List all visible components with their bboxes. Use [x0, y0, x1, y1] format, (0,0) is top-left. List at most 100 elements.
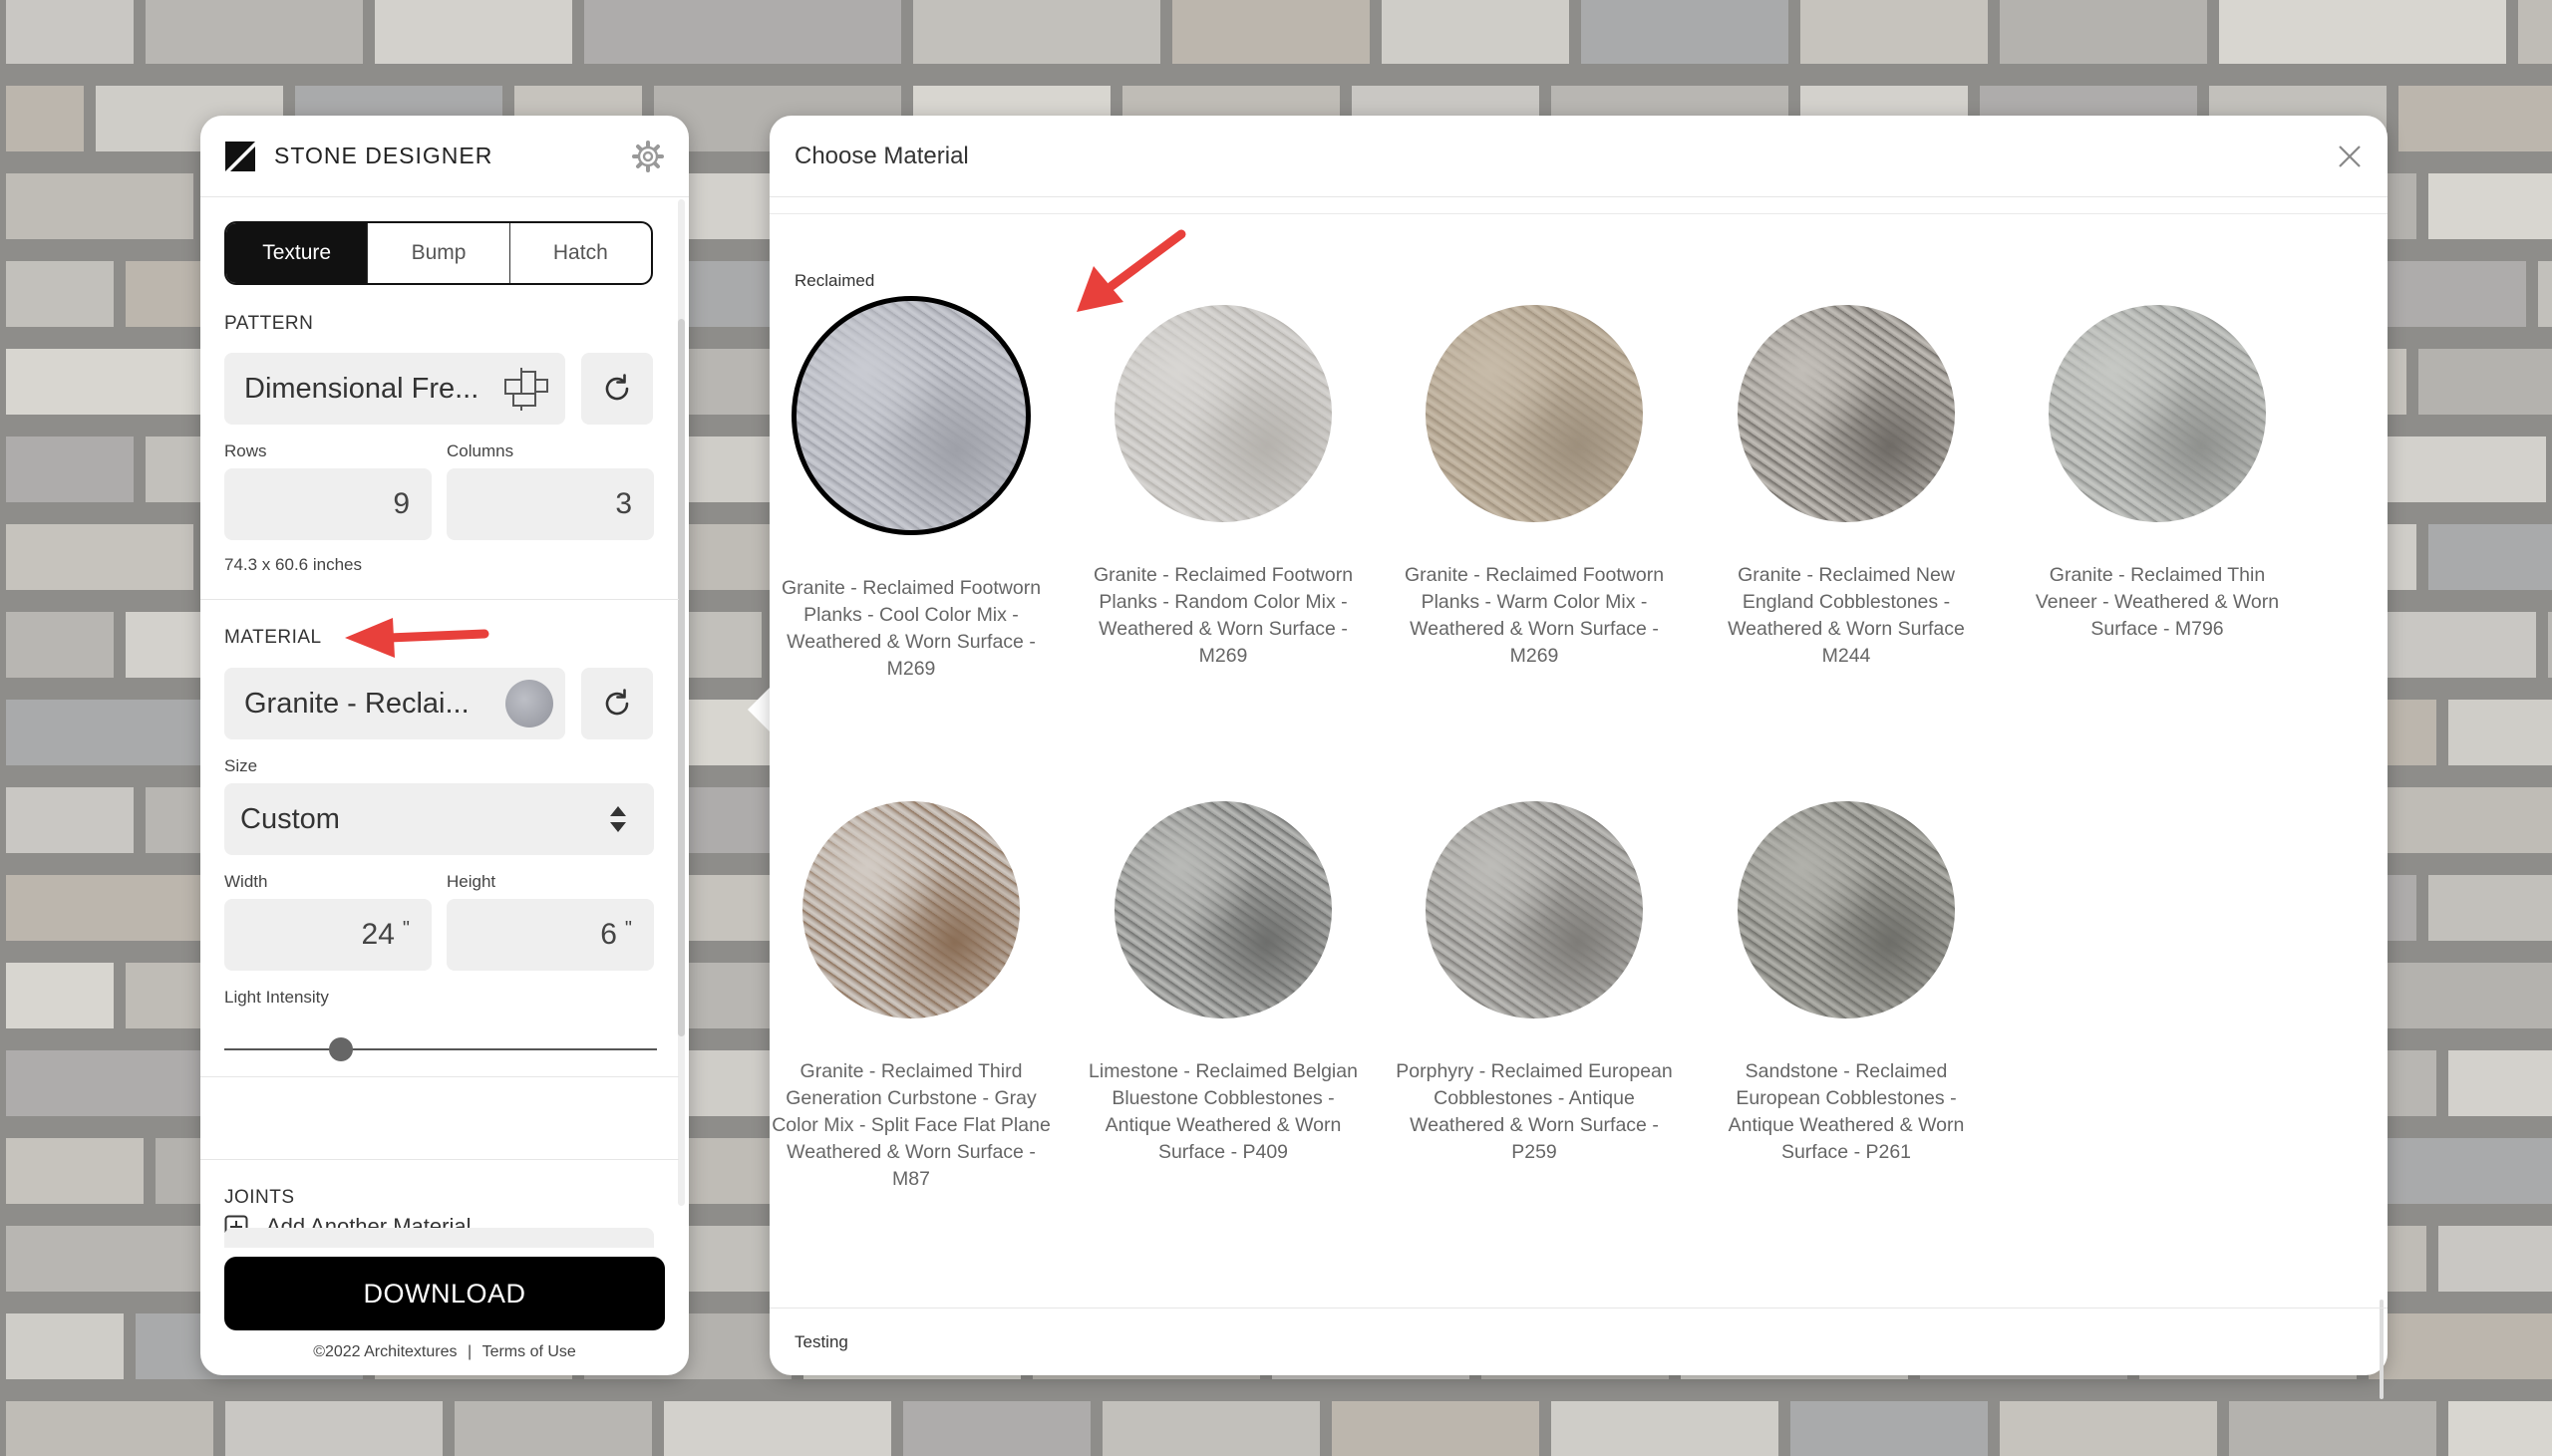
- columns-input[interactable]: 3: [447, 468, 654, 540]
- copyright-text: ©2022 Architextures: [313, 1343, 458, 1360]
- red-arrow-annotation: [345, 618, 489, 658]
- modal-footer: Testing: [770, 1308, 2388, 1375]
- brick: [2518, 0, 2552, 64]
- brick: [2448, 1401, 2552, 1456]
- material-swatch[interactable]: Limestone - Reclaimed Belgian Bluestone …: [1074, 801, 1373, 1166]
- material-swatch-image: [1426, 305, 1643, 522]
- panel-scrollbar-thumb[interactable]: [678, 319, 685, 1036]
- brick: [2428, 524, 2552, 590]
- material-value: Granite - Reclai...: [244, 687, 470, 720]
- select-arrows-icon: [610, 806, 626, 832]
- material-select[interactable]: Granite - Reclai...: [224, 668, 565, 739]
- brick: [6, 524, 193, 590]
- brick: [6, 787, 134, 853]
- divider: [770, 197, 2388, 214]
- close-icon[interactable]: [2337, 144, 2363, 169]
- pattern-refresh-button[interactable]: [581, 353, 653, 425]
- size-label: Size: [224, 756, 258, 775]
- light-intensity-slider[interactable]: [224, 1034, 657, 1064]
- brick: [1551, 1401, 1778, 1456]
- mode-tabs: Texture Bump Hatch: [224, 221, 653, 285]
- material-swatch-image: [1115, 801, 1332, 1019]
- brick: [1800, 0, 1988, 64]
- modal-pointer: [748, 688, 770, 731]
- brick: [6, 700, 203, 765]
- brick: [2438, 1226, 2552, 1292]
- brick: [1382, 0, 1569, 64]
- material-swatch[interactable]: Granite - Reclaimed Footworn Planks - Wa…: [1385, 305, 1684, 670]
- material-swatch[interactable]: Granite - Reclaimed Footworn Planks - Co…: [762, 296, 1061, 683]
- brick: [913, 0, 1160, 64]
- material-swatch-name: Granite - Reclaimed Footworn Planks - Wa…: [1404, 564, 1665, 667]
- rows-label: Rows: [224, 441, 267, 460]
- brick: [6, 86, 84, 151]
- height-input[interactable]: 6 ": [447, 899, 654, 971]
- brick: [6, 1226, 213, 1292]
- gear-icon[interactable]: [631, 140, 665, 173]
- brick: [584, 0, 901, 64]
- brick: [1103, 1401, 1320, 1456]
- pattern-select[interactable]: Dimensional Fre...: [224, 353, 565, 425]
- divider: [200, 599, 679, 600]
- refresh-icon: [605, 374, 629, 401]
- pattern-value: Dimensional Fre...: [244, 372, 479, 405]
- material-swatch-image: [1115, 305, 1332, 522]
- brick: [2428, 173, 2552, 239]
- terms-link[interactable]: Terms of Use: [482, 1343, 576, 1360]
- brick: [225, 1401, 443, 1456]
- modal-header: Choose Material: [770, 116, 2388, 197]
- brick: [146, 0, 363, 64]
- tab-hatch[interactable]: Hatch: [510, 223, 651, 283]
- material-refresh-button[interactable]: [581, 668, 653, 739]
- brick: [2548, 612, 2552, 678]
- brick: [903, 1401, 1091, 1456]
- material-swatch-image: [1738, 801, 1955, 1019]
- material-swatch-thumb: [505, 680, 553, 728]
- material-swatch-name: Limestone - Reclaimed Belgian Bluestone …: [1089, 1060, 1358, 1163]
- brick: [2418, 349, 2552, 415]
- material-swatch[interactable]: Granite - Reclaimed New England Cobblest…: [1697, 305, 1996, 670]
- brick: [2229, 1401, 2436, 1456]
- pattern-dimensions: 74.3 x 60.6 inches: [224, 555, 362, 574]
- width-label: Width: [224, 872, 268, 891]
- panel-footer: ©2022 Architextures | Terms of Use: [200, 1343, 689, 1361]
- material-swatch-image: [1426, 801, 1643, 1019]
- material-swatch[interactable]: Granite - Reclaimed Third Generation Cur…: [762, 801, 1061, 1193]
- size-select[interactable]: Custom: [224, 783, 654, 855]
- material-swatch-name: Granite - Reclaimed New England Cobblest…: [1728, 564, 1965, 667]
- panel-scrollbar[interactable]: [678, 199, 685, 1206]
- modal-footer-label: Testing: [795, 1331, 848, 1351]
- brick: [2428, 875, 2552, 941]
- brick: [2398, 86, 2552, 151]
- width-input[interactable]: 24 ": [224, 899, 432, 971]
- material-swatch-name: Granite - Reclaimed Footworn Planks - Co…: [781, 577, 1042, 680]
- refresh-icon: [605, 689, 629, 716]
- pattern-heading: PATTERN: [224, 313, 314, 334]
- brick: [1790, 1401, 1988, 1456]
- width-value: 24: [361, 918, 395, 951]
- size-value: Custom: [240, 802, 340, 835]
- panel-header: STONE DESIGNER: [200, 116, 689, 197]
- brick: [2219, 0, 2506, 64]
- light-intensity-label: Light Intensity: [224, 988, 329, 1007]
- columns-label: Columns: [447, 441, 514, 460]
- material-swatch[interactable]: Porphyry - Reclaimed European Cobbleston…: [1385, 801, 1684, 1166]
- material-swatch[interactable]: Granite - Reclaimed Thin Veneer - Weathe…: [2008, 305, 2307, 643]
- joints-field-partial: [224, 1228, 654, 1248]
- tab-bump[interactable]: Bump: [368, 223, 510, 283]
- tab-texture[interactable]: Texture: [226, 223, 369, 283]
- material-swatch-image: [802, 801, 1020, 1019]
- brick: [2369, 1138, 2552, 1204]
- brick: [6, 963, 114, 1028]
- material-group-label: Reclaimed: [795, 271, 875, 290]
- download-button[interactable]: DOWNLOAD: [224, 1257, 665, 1330]
- material-swatch[interactable]: Granite - Reclaimed Footworn Planks - Ra…: [1074, 305, 1373, 670]
- slider-knob[interactable]: [329, 1037, 354, 1061]
- brick: [6, 875, 223, 941]
- material-swatch[interactable]: Sandstone - Reclaimed European Cobblesto…: [1697, 801, 1996, 1166]
- brick: [6, 1138, 144, 1204]
- rows-input[interactable]: 9: [224, 468, 432, 540]
- material-swatch-image: [1738, 305, 1955, 522]
- brick: [1172, 0, 1370, 64]
- brick: [2538, 261, 2552, 327]
